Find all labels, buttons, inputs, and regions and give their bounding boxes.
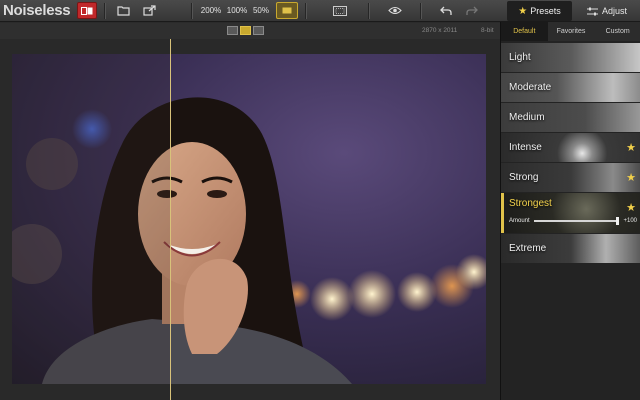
eye-icon (388, 6, 402, 15)
preset-category-tabs: Default Favorites Custom (501, 22, 640, 41)
sliders-icon (586, 7, 598, 15)
undo-icon (440, 6, 452, 15)
toolbar-separator (305, 3, 306, 19)
image-dimensions: 2870 x 2011 (422, 27, 458, 34)
toolbar-separator (191, 3, 192, 19)
preset-strong[interactable]: Strong ★ (501, 163, 640, 192)
fit-screen-icon (282, 7, 292, 14)
preset-label: Moderate (509, 82, 552, 93)
presets-panel: Default Favorites Custom Light Moderate … (500, 22, 640, 400)
preset-moderate[interactable]: Moderate (501, 73, 640, 102)
preset-strongest[interactable]: Strongest ★ Amount +100 (501, 193, 640, 233)
image-bit-depth: 8-bit (481, 27, 494, 34)
preset-intense[interactable]: Intense ★ (501, 133, 640, 162)
share-button[interactable] (140, 2, 158, 19)
preset-list: Light Moderate Medium Intense ★ Strong ★… (501, 43, 640, 264)
amount-slider-thumb[interactable] (616, 217, 620, 225)
toolbar-separator (368, 3, 369, 19)
amount-slider-fill (533, 220, 620, 222)
image-canvas[interactable] (0, 39, 500, 400)
amount-slider[interactable] (533, 217, 620, 225)
tab-favorites[interactable]: Favorites (548, 22, 595, 41)
favorite-star-icon[interactable]: ★ (626, 171, 636, 184)
preview-toggle-button[interactable] (384, 2, 406, 19)
preset-label: Extreme (509, 243, 547, 254)
photo-preview (12, 54, 486, 384)
undo-button[interactable] (437, 2, 455, 19)
comparison-split-handle[interactable] (170, 39, 171, 400)
preset-label: Strongest (509, 198, 552, 209)
tab-presets-label: Presets (530, 6, 561, 16)
preset-label: Intense (509, 142, 542, 153)
amount-control: Amount +100 (509, 217, 637, 225)
zoom-100-button[interactable]: 100% (225, 2, 249, 19)
amount-value: +100 (623, 218, 637, 224)
zoom-50-button[interactable]: 50% (251, 2, 271, 19)
fullscreen-button[interactable] (330, 2, 350, 19)
single-view-button[interactable] (227, 26, 238, 35)
open-button[interactable] (114, 2, 132, 19)
tab-default[interactable]: Default (501, 22, 548, 41)
app-logo: Noiseless (3, 2, 71, 19)
zoom-200-button[interactable]: 200% (199, 2, 223, 19)
folder-icon (116, 6, 130, 16)
preset-extreme[interactable]: Extreme (501, 234, 640, 263)
tab-presets[interactable]: ★ Presets (507, 1, 572, 21)
share-icon (142, 5, 156, 16)
preset-label: Light (509, 52, 531, 63)
preset-label: Strong (509, 172, 539, 183)
redo-icon (466, 6, 478, 15)
tab-custom[interactable]: Custom (594, 22, 640, 41)
toolbar-separator (104, 3, 105, 19)
noiseless-app: Noiseless 200% 100% 50% ★ Presets Adjust… (0, 0, 640, 400)
fullscreen-icon (333, 5, 347, 16)
compare-button[interactable] (77, 2, 97, 19)
favorite-star-icon[interactable]: ★ (626, 201, 636, 214)
star-icon: ★ (518, 5, 528, 17)
amount-label: Amount (509, 218, 530, 224)
toolbar-separator (420, 3, 421, 19)
fit-to-screen-button[interactable] (276, 2, 298, 19)
redo-button[interactable] (463, 2, 481, 19)
favorite-star-icon[interactable]: ★ (626, 141, 636, 154)
tab-adjust[interactable]: Adjust (574, 1, 640, 21)
portrait-photo (12, 54, 486, 384)
side-by-side-view-button[interactable] (253, 26, 264, 35)
view-mode-group (227, 26, 264, 35)
compare-icon (81, 6, 93, 15)
preset-label: Medium (509, 112, 545, 123)
main-toolbar: Noiseless 200% 100% 50% ★ Presets Adjust (0, 0, 640, 22)
view-bar: 2870 x 2011 8-bit (0, 23, 500, 39)
tab-adjust-label: Adjust (601, 6, 627, 16)
preset-light[interactable]: Light (501, 43, 640, 72)
preset-medium[interactable]: Medium (501, 103, 640, 132)
split-view-button[interactable] (240, 26, 251, 35)
